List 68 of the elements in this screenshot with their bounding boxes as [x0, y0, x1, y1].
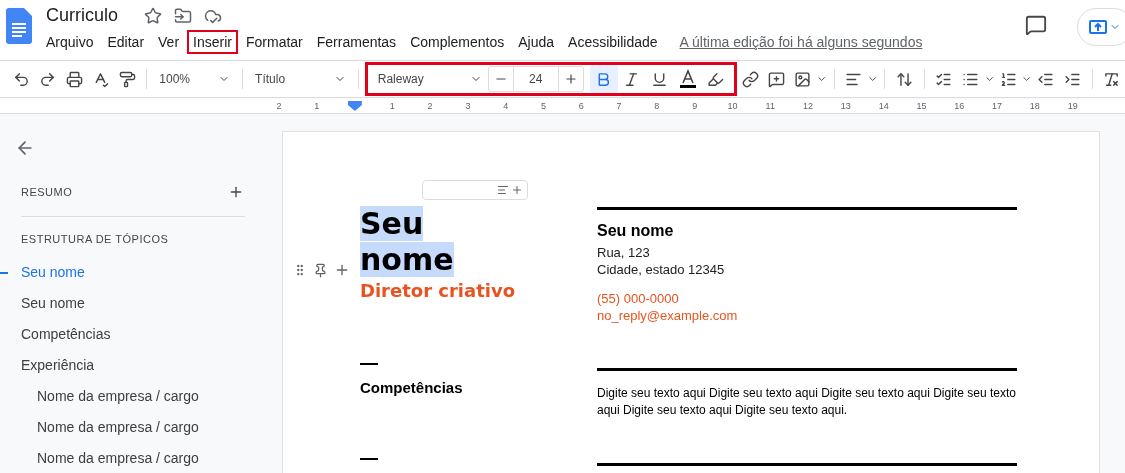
- font-dropdown[interactable]: Raleway: [371, 72, 488, 86]
- ruler-number: 7: [615, 101, 623, 111]
- address-line: Rua, 123: [597, 244, 651, 261]
- outline-item[interactable]: Nome da empresa / cargo: [0, 443, 282, 473]
- star-icon[interactable]: [144, 6, 163, 25]
- menu-item[interactable]: Inserir: [187, 30, 238, 54]
- name-heading: Seu nome: [360, 206, 455, 278]
- phone-text: (55) 000-0000: [597, 290, 680, 307]
- section-text: Digite seu texto aqui Digite seu texto aqui Digite seu texto aqui Digite seu texto aqui Digite seu texto aqui Digite seu texto aqui.: [597, 385, 1017, 419]
- move-folder-icon[interactable]: [174, 6, 193, 25]
- menu-item[interactable]: Complementos: [404, 30, 511, 54]
- menu-item[interactable]: Formatar: [239, 30, 309, 54]
- sort-icon[interactable]: [497, 184, 509, 196]
- contact-name: Seu nome: [597, 222, 675, 240]
- outline-label: ESTRUTURA DE TÓPICOS: [21, 233, 169, 245]
- ruler-number: 8: [653, 101, 661, 111]
- menu-item[interactable]: Arquivo: [40, 30, 100, 54]
- ruler-number: 10: [726, 101, 739, 111]
- outline-item[interactable]: Seu nome: [0, 257, 282, 288]
- menu-item[interactable]: Ajuda: [512, 30, 561, 54]
- document-title[interactable]: Curriculo: [46, 5, 119, 26]
- ruler-number: 13: [839, 101, 852, 111]
- role-subtitle: Diretor criativo: [360, 280, 517, 301]
- ruler-number: 15: [915, 101, 928, 111]
- email-text: no_reply@example.com: [597, 307, 739, 324]
- ruler-number: 2: [426, 101, 434, 111]
- section-heading: Competências: [360, 379, 464, 396]
- outline-item[interactable]: Nome da empresa / cargo: [0, 412, 282, 443]
- ruler-number: 4: [502, 101, 510, 111]
- ruler-number: 1: [313, 101, 321, 111]
- address-line: Cidade, estado 12345: [597, 261, 726, 278]
- ruler-number: 12: [802, 101, 815, 111]
- zoom-dropdown[interactable]: 100%: [153, 72, 237, 86]
- ruler[interactable]: 2 1 1 2 3 4 5 6 7 8 9 10 11 12 13 14 15 16 17 18 19: [0, 99, 1125, 114]
- ruler-number: 2: [275, 101, 283, 111]
- menu-item[interactable]: Acessibilidade: [562, 30, 664, 54]
- add-icon[interactable]: [228, 184, 244, 200]
- ruler-number: 1: [388, 101, 396, 111]
- bold-icon[interactable]: [589, 65, 618, 93]
- ruler-number: 14: [877, 101, 890, 111]
- pin-icon[interactable]: [313, 262, 328, 278]
- menu-item[interactable]: Editar: [101, 30, 151, 54]
- add-icon[interactable]: [511, 184, 523, 196]
- ruler-number: 16: [953, 101, 966, 111]
- ruler-number: 6: [577, 101, 585, 111]
- ruler-number: 18: [1028, 101, 1041, 111]
- ruler-number: 19: [1066, 101, 1079, 111]
- table-handle-toolbar[interactable]: [422, 180, 528, 200]
- menu-item[interactable]: Ferramentas: [310, 30, 403, 54]
- last-edit-link[interactable]: A última edição foi há alguns segundos: [679, 34, 923, 50]
- summary-label: RESUMO: [21, 186, 73, 198]
- style-dropdown[interactable]: Título: [249, 72, 352, 86]
- ruler-number: 5: [539, 101, 547, 111]
- plus-icon[interactable]: [563, 72, 578, 86]
- ruler-number: 3: [464, 101, 472, 111]
- outline-item[interactable]: Seu nome: [0, 288, 282, 319]
- outline-item[interactable]: Competências: [0, 319, 282, 350]
- comment-icon[interactable]: [1025, 14, 1047, 36]
- add-icon[interactable]: [334, 262, 350, 278]
- docs-logo-icon[interactable]: [6, 8, 32, 44]
- ruler-number: 11: [764, 101, 776, 111]
- present-icon[interactable]: [1089, 20, 1107, 34]
- outline-item[interactable]: Nome da empresa / cargo: [0, 381, 282, 412]
- ruler-number: 17: [991, 101, 1004, 111]
- outline-item[interactable]: Experiência: [0, 350, 282, 381]
- font-size-field[interactable]: 24: [487, 66, 584, 92]
- ruler-number: 9: [691, 101, 699, 111]
- menu-item[interactable]: Ver: [152, 30, 186, 54]
